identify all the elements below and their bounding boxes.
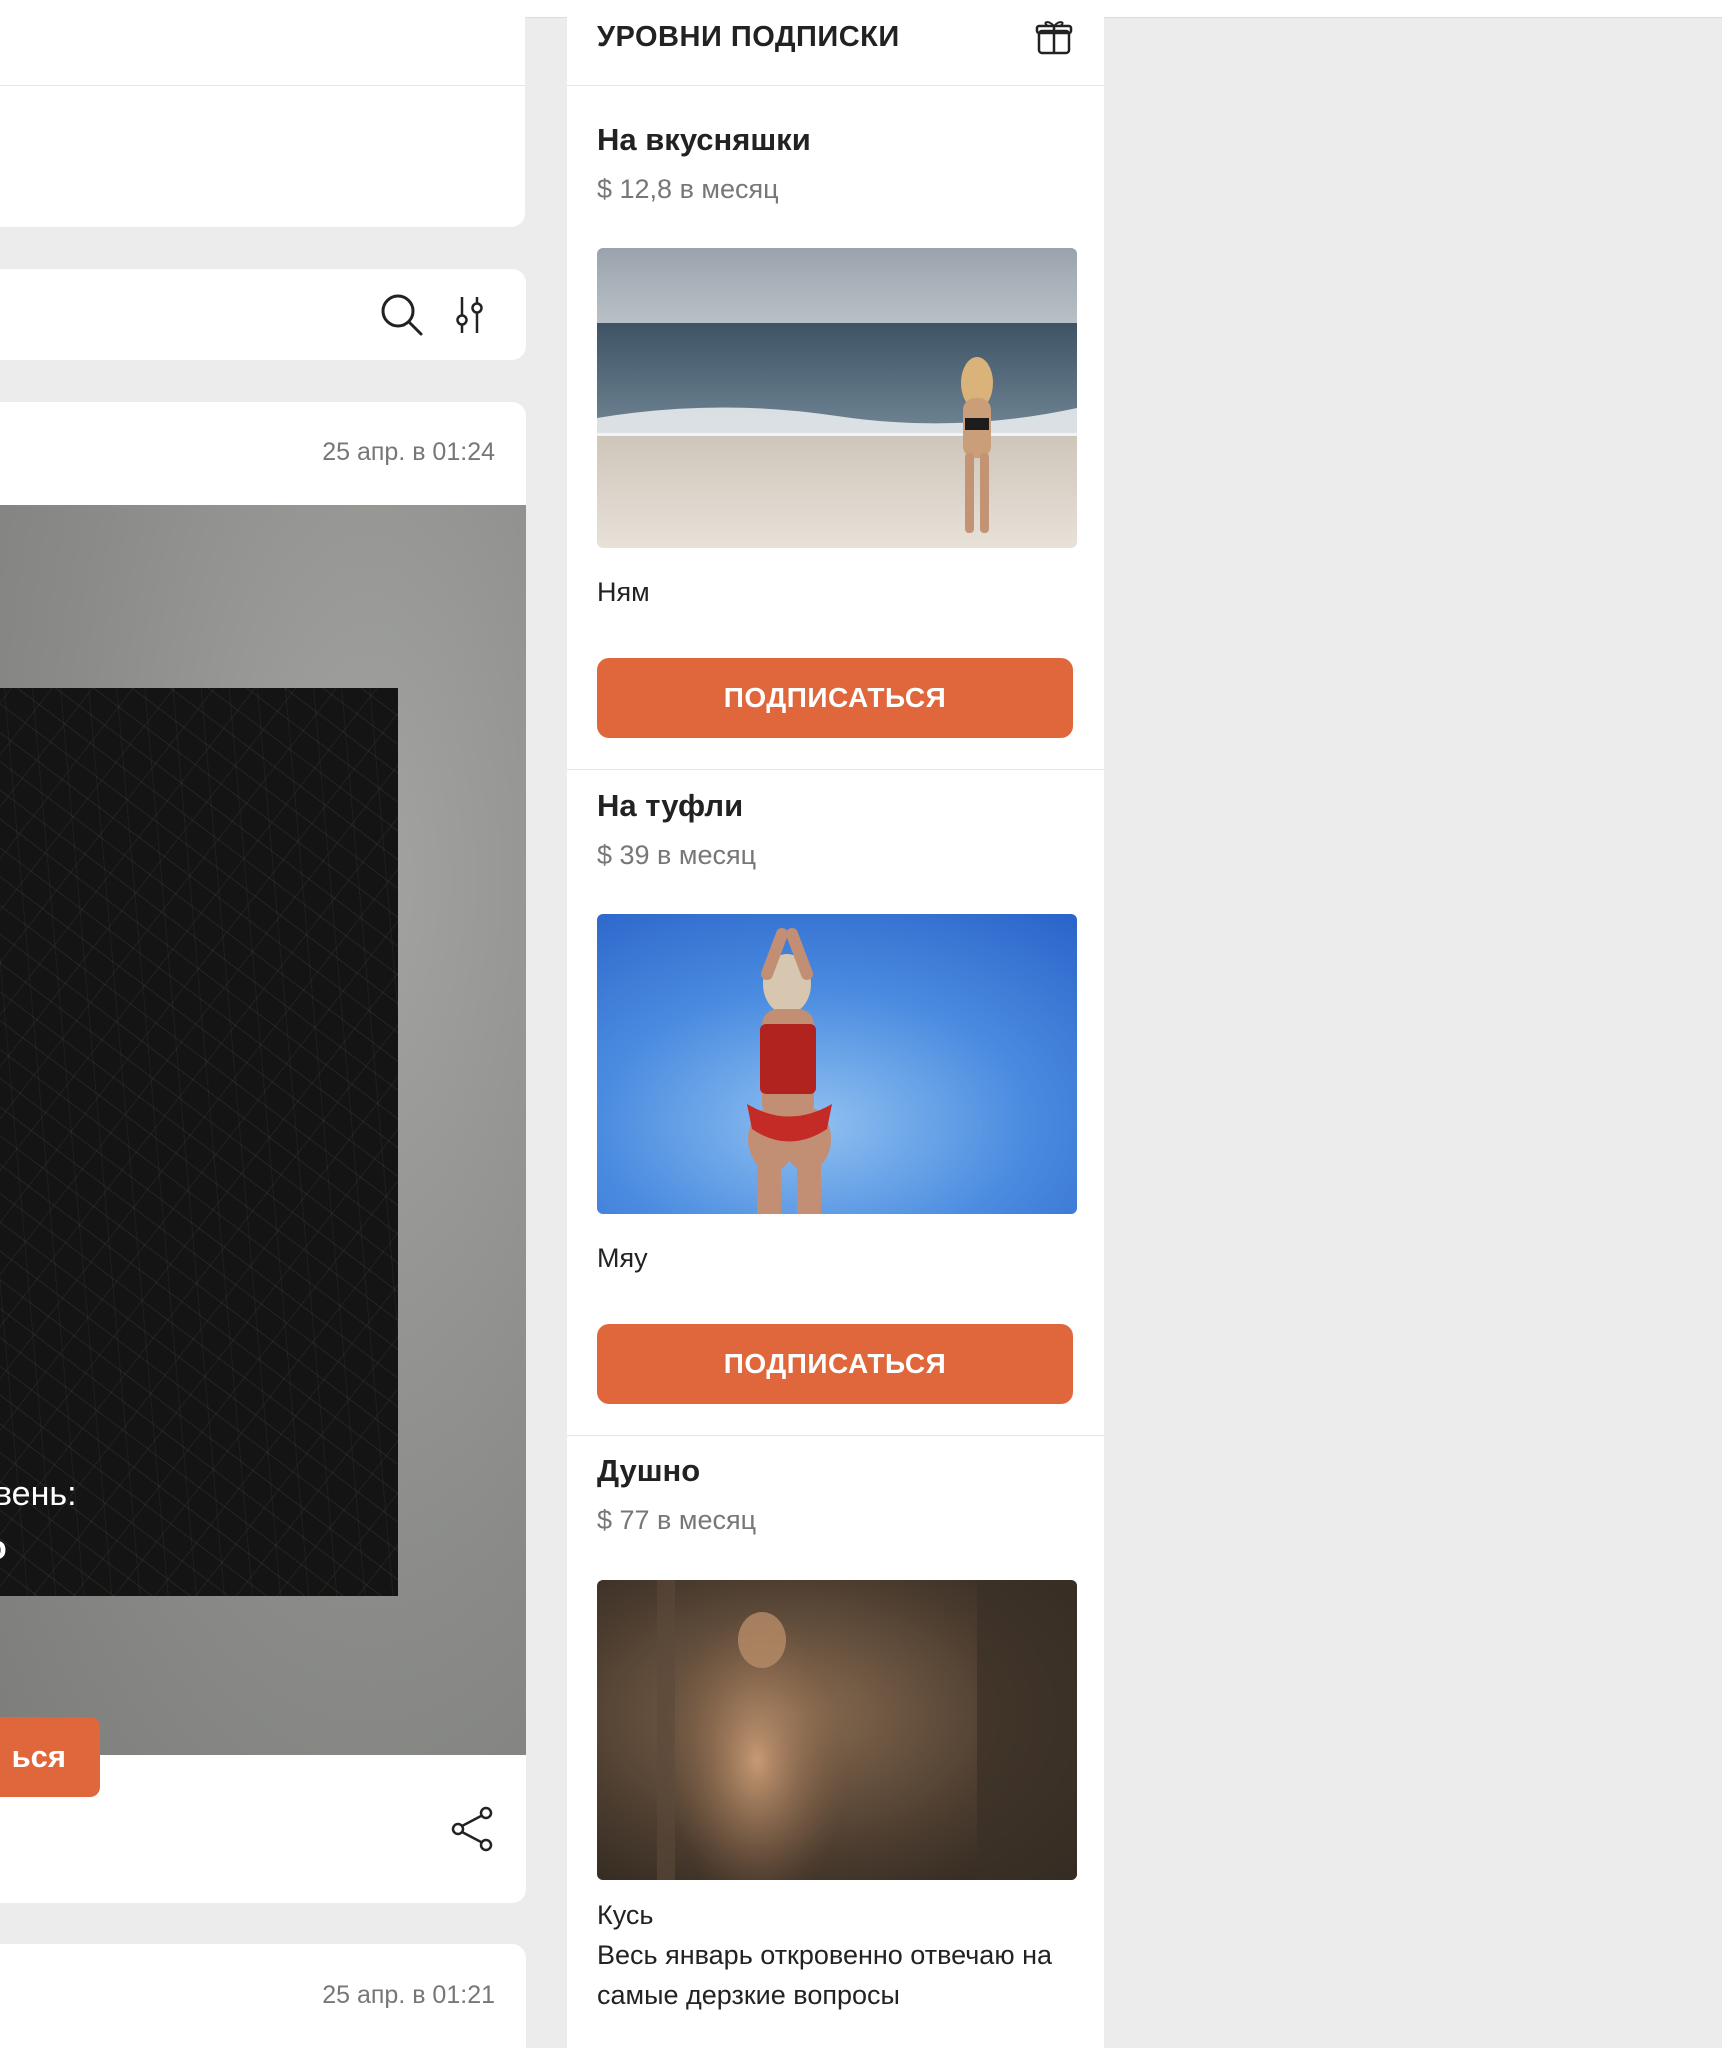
locked-level-value: о [0,1529,7,1568]
tier-name: На туфли [597,788,744,823]
tier-price: $ 77 в месяц [597,1505,757,1535]
post-image: вень: о ься [0,505,526,1797]
subscribe-button[interactable]: ПОДПИСАТЬСЯ [597,1324,1073,1404]
locked-subscribe-button[interactable]: ься [0,1717,100,1797]
tier-price: $ 12,8 в месяц [597,174,779,204]
tier-card: Душно $ 77 в месяц Кусь Весь январь откр… [567,1435,1104,2048]
tier-description: Мяу [597,1243,648,1273]
tier-name: Душно [597,1453,701,1488]
subscribe-button[interactable]: ПОДПИСАТЬСЯ [597,658,1073,738]
tier-image [597,914,1077,1214]
divider [0,85,525,86]
tier-description: Ням [597,577,650,607]
post-card: 25 апр. в 01:21 [0,1944,526,2048]
tier-card: На вкусняшки $ 12,8 в месяц Ням ПОДПИСАТ… [567,86,1104,770]
profile-card [0,17,525,227]
locked-level-label: вень: [0,1475,77,1513]
feed-search-bar [0,269,526,360]
tier-image [597,1580,1077,1880]
post-card: 25 апр. в 01:24 вень: о ься [0,402,526,1903]
tier-price: $ 39 в месяц [597,840,757,870]
filter-icon[interactable] [455,294,489,336]
feed-column: 25 апр. в 01:24 вень: о ься 25 апр. в 01… [0,0,526,2048]
tier-card: На туфли $ 39 в месяц Мяу ПОДПИСАТЬСЯ [567,769,1104,1436]
share-icon[interactable] [450,1806,494,1852]
tier-name: На вкусняшки [597,122,811,157]
tiers-header: УРОВНИ ПОДПИСКИ [567,17,1104,86]
post-date: 25 апр. в 01:24 [322,438,495,466]
page: 25 апр. в 01:24 вень: о ься 25 апр. в 01… [0,0,1722,2048]
gift-icon[interactable] [1034,17,1074,57]
tiers-title: УРОВНИ ПОДПИСКИ [597,21,900,53]
search-icon[interactable] [380,293,424,337]
tier-description: Кусь Весь январь откровенно отвечаю на с… [597,1900,1053,2010]
subscription-tiers-panel: УРОВНИ ПОДПИСКИ На вкусняшки $ 12,8 в ме… [567,17,1104,2048]
tier-image [597,248,1077,548]
post-artwork [0,688,398,1596]
post-date: 25 апр. в 01:21 [322,1981,495,2009]
